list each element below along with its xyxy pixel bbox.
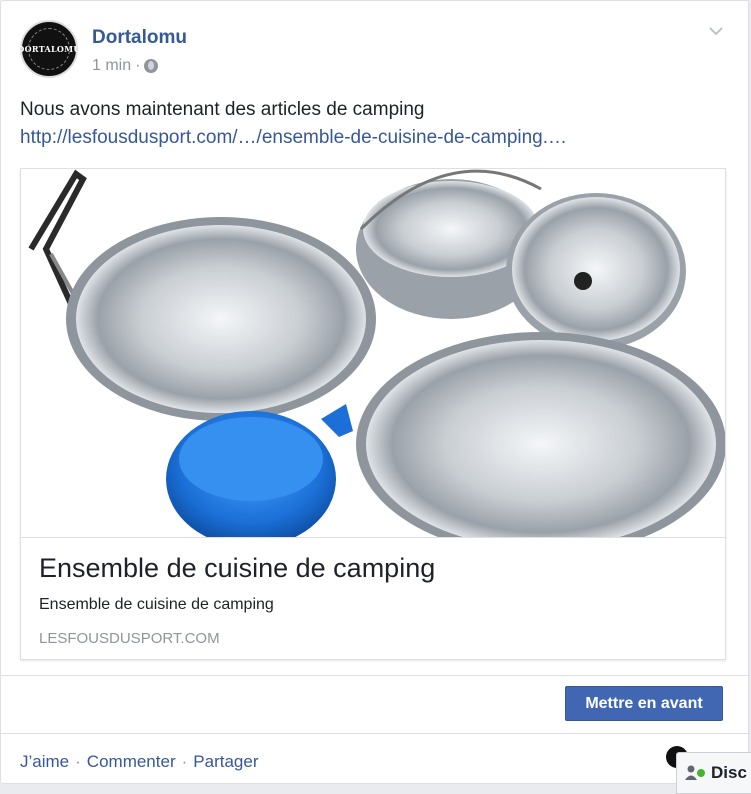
chevron-down-icon[interactable] (708, 23, 724, 39)
preview-domain: LESFOUSDUSPORT.COM (39, 630, 220, 647)
post-meta: 1 min · (92, 57, 159, 75)
action-separator: · (181, 752, 188, 771)
like-link[interactable]: J’aime (20, 752, 69, 772)
post-card: DORTALOMU Dortalomu 1 min · Nous avons m… (0, 0, 750, 784)
chat-sidebar-tab[interactable]: Disc (676, 752, 751, 794)
meta-separator: · (135, 57, 141, 74)
action-bar: J’aime · Commenter · Partager (20, 752, 258, 772)
action-separator: · (75, 752, 81, 771)
link-preview[interactable]: Ensemble de cuisine de camping Ensemble … (20, 168, 726, 660)
preview-description: Ensemble de cuisine de camping (39, 596, 274, 613)
post-time[interactable]: 1 min (92, 57, 131, 75)
author-name[interactable]: Dortalomu (92, 27, 187, 49)
post-message: Nous avons maintenant des articles de ca… (20, 99, 425, 120)
cookware-photo (28, 169, 725, 537)
divider-top (1, 675, 750, 676)
chat-label: Disc (711, 763, 747, 782)
chat-contacts-icon (685, 765, 705, 780)
preview-image[interactable] (21, 169, 725, 538)
post-link[interactable]: http://lesfousdusport.com/…/ensemble-de-… (20, 127, 567, 149)
divider-bottom (1, 733, 750, 734)
share-link[interactable]: Partager (193, 752, 258, 772)
globe-icon[interactable] (144, 59, 159, 73)
preview-title[interactable]: Ensemble de cuisine de camping (39, 553, 435, 584)
comment-link[interactable]: Commenter (87, 752, 176, 772)
boost-post-button[interactable]: Mettre en avant (565, 686, 723, 721)
avatar-ring (28, 28, 70, 70)
page-avatar[interactable]: DORTALOMU (17, 20, 80, 78)
